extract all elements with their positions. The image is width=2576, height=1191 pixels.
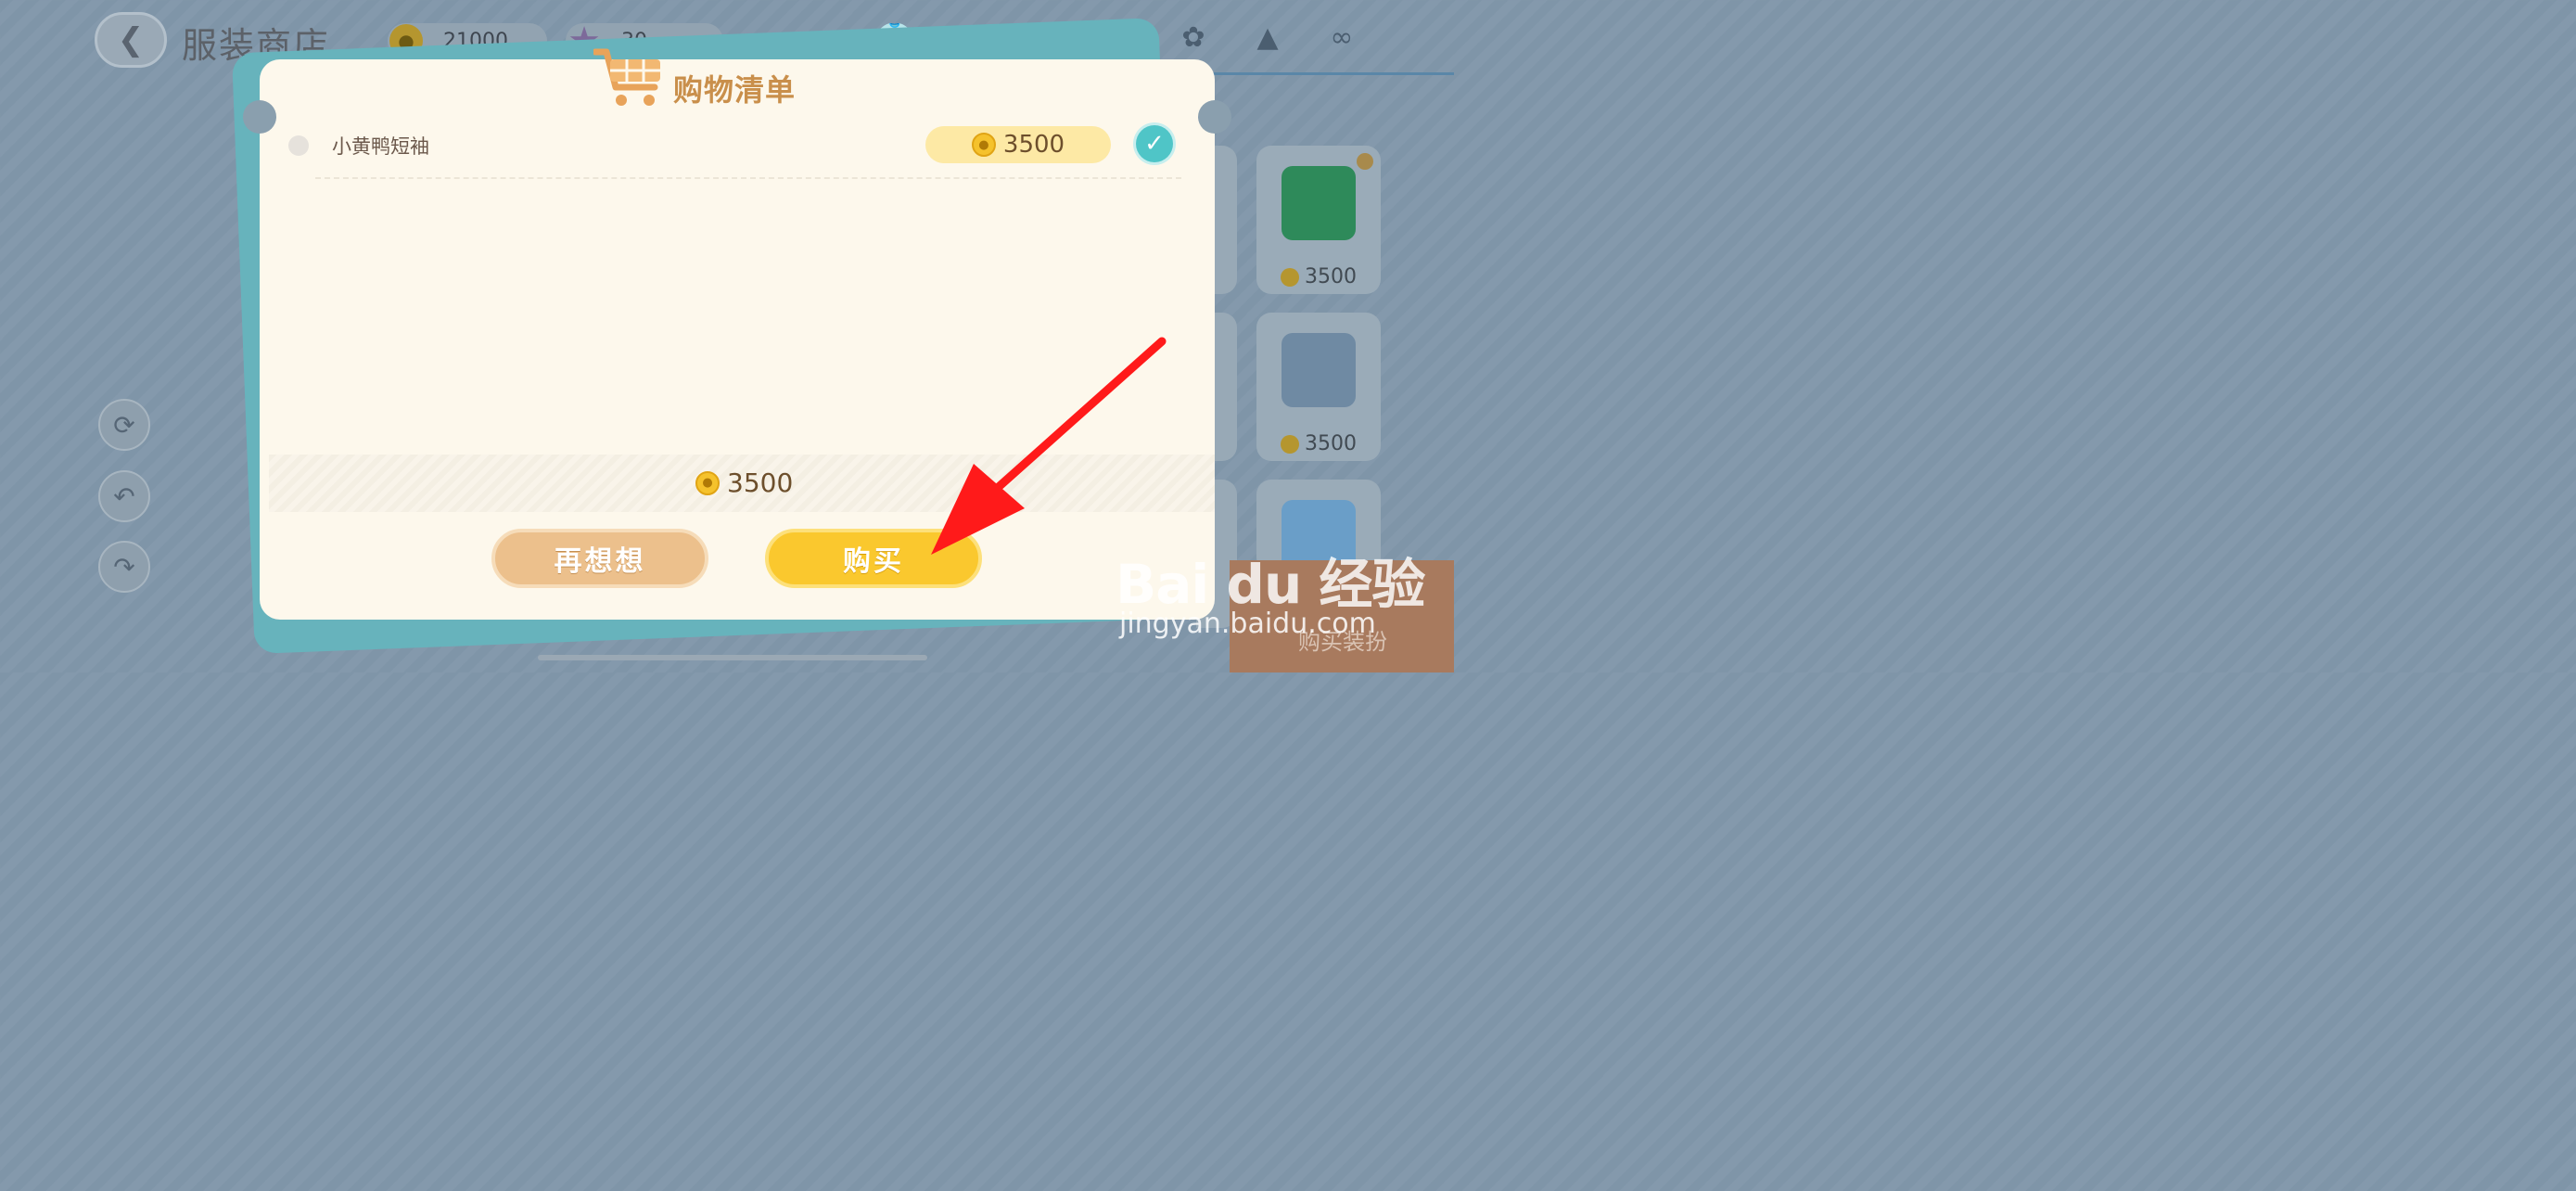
checkmark-icon: ✓ (1144, 130, 1165, 158)
coin-icon: ● (971, 133, 996, 157)
back-button[interactable]: ❮ (95, 12, 167, 68)
coin-icon (1281, 434, 1299, 454)
coin-icon (1281, 267, 1299, 287)
grid-item[interactable]: 3500 (1256, 146, 1381, 294)
item-price: 3500 (1256, 432, 1381, 455)
list-item-bullet (288, 135, 309, 156)
dialog-notch (243, 100, 276, 134)
watermark-url: jingyan.baidu.com (1119, 608, 1376, 640)
item-selected-checkbox[interactable]: ✓ (1136, 125, 1173, 162)
refresh-icon: ⟳ (113, 409, 135, 441)
annotation-arrow (931, 337, 1167, 555)
shoes-icon[interactable]: ✿ (1172, 19, 1215, 58)
undo-icon: ↶ (113, 480, 135, 512)
row-divider (315, 177, 1181, 179)
scrollbar[interactable] (538, 655, 927, 660)
hat-icon[interactable]: ▲ (1246, 19, 1289, 58)
dialog-notch (1198, 100, 1231, 134)
dialog-title: 购物清单 (673, 72, 797, 108)
list-item-price: ● 3500 (925, 126, 1111, 163)
item-price: 3500 (1256, 265, 1381, 288)
refresh-button[interactable]: ⟳ (98, 399, 150, 451)
tshirt-image (1282, 166, 1356, 240)
total-price-value: 3500 (727, 467, 794, 498)
think-again-button[interactable]: 再想想 (491, 529, 708, 588)
clock-icon (1357, 153, 1373, 170)
undo-button[interactable]: ↶ (98, 470, 150, 522)
chevron-left-icon: ❮ (117, 21, 145, 58)
redo-button[interactable]: ↷ (98, 541, 150, 593)
cart-icon (593, 48, 660, 106)
glasses-icon[interactable]: ∞ (1320, 19, 1363, 58)
redo-icon: ↷ (113, 551, 135, 583)
item-price-value: 3500 (1305, 265, 1357, 288)
coin-icon: ● (695, 470, 720, 495)
item-price-value: 3500 (1305, 432, 1357, 455)
category-underline (1211, 72, 1454, 75)
total-price: ● 3500 (695, 467, 793, 498)
list-item-price-value: 3500 (1002, 131, 1065, 159)
grid-item[interactable]: 3500 (1256, 313, 1381, 461)
list-item-name: 小黄鸭短袖 (332, 135, 429, 158)
vest-image (1282, 333, 1356, 407)
